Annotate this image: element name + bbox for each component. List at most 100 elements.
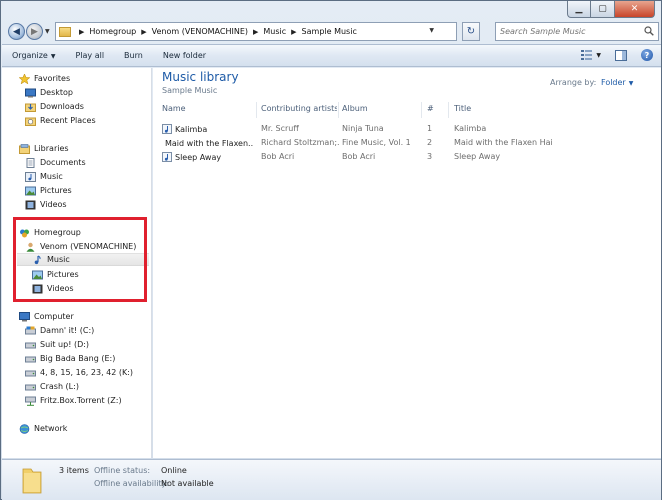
play-all-button[interactable]: Play all [65,51,114,60]
breadcrumb-separator-icon[interactable]: ▶ [79,28,84,36]
burn-button[interactable]: Burn [114,51,153,60]
nav-item-label: 4, 8, 15, 16, 23, 42 (K:) [40,368,134,377]
file-name: Sleep Away [175,152,222,162]
artist-cell: Richard Stoltzman;... [261,138,339,147]
forward-button[interactable]: ▶ [26,23,43,40]
network-icon [19,423,30,434]
search-icon[interactable] [644,26,654,36]
breadcrumb-separator-icon[interactable]: ▶ [291,28,296,36]
address-bar[interactable]: ▶ Homegroup ▶ Venom (VENOMACHINE) ▶ Musi… [55,22,457,41]
column-separator[interactable] [421,102,422,118]
computer-icon [19,311,30,322]
preview-pane-icon[interactable] [615,49,627,61]
breadcrumb-separator-icon[interactable]: ▶ [141,28,146,36]
file-row[interactable]: Kalimba Mr. Scruff Ninja Tuna 1 Kalimba [162,122,552,136]
back-arrow-icon: ◀ [13,26,20,37]
pictures-icon [25,186,36,196]
arrange-by-dropdown[interactable]: Folder ▼ [601,78,633,87]
views-icon[interactable] [581,50,593,60]
downloads-icon [25,102,36,112]
nav-item-videos[interactable]: Videos [25,198,67,211]
file-name-cell: Sleep Away [162,152,254,162]
nav-item-drive[interactable]: 4, 8, 15, 16, 23, 42 (K:) [25,366,133,379]
documents-icon [25,157,36,168]
hard-drive-icon [25,368,36,378]
breadcrumb-venom[interactable]: Venom (VENOMACHINE) [152,27,248,36]
network-drive-icon [25,396,36,406]
column-header-album[interactable]: Album [342,104,422,118]
new-folder-button[interactable]: New folder [153,51,216,60]
breadcrumb-music[interactable]: Music [263,27,286,36]
organize-label: Organize [12,51,48,60]
content-pane: Music library Sample Music Arrange by: F… [153,68,661,458]
nav-favorites[interactable]: Favorites [19,72,70,85]
library-title: Music library [162,70,239,84]
nav-item-recent-places[interactable]: Recent Places [25,114,96,127]
nav-item-documents[interactable]: Documents [25,156,86,169]
column-header-title[interactable]: Title [454,104,552,118]
nav-item-music[interactable]: Music [25,170,63,183]
videos-icon [25,200,36,210]
nav-item-drive[interactable]: Suit up! (D:) [25,338,89,351]
file-name: Maid with the Flaxen... [165,138,254,148]
help-icon[interactable]: ? [641,49,653,61]
navigation-buttons: ◀ ▶ ▼ [8,23,50,40]
album-cell: Fine Music, Vol. 1 [342,138,411,147]
artist-cell: Bob Acri [261,152,295,161]
maximize-button[interactable]: ▢ [591,1,615,18]
nav-network[interactable]: Network [19,422,67,435]
nav-item-drive[interactable]: Fritz.Box.Torrent (Z:) [25,394,122,407]
nav-item-drive[interactable]: Crash (L:) [25,380,79,393]
column-separator[interactable] [256,102,257,118]
column-header-number[interactable]: # [427,104,447,118]
nav-libraries[interactable]: Libraries [19,142,69,155]
back-button[interactable]: ◀ [8,23,25,40]
column-separator[interactable] [338,102,339,118]
refresh-button[interactable]: ↻ [462,22,480,41]
nav-item-drive[interactable]: Big Bada Bang (E:) [25,352,115,365]
new-folder-label: New folder [162,51,207,60]
nav-item-downloads[interactable]: Downloads [25,100,84,113]
recent-pages-dropdown-icon[interactable]: ▼ [45,28,50,35]
views-dropdown-icon[interactable]: ▼ [596,52,601,59]
nav-item-desktop[interactable]: Desktop [25,86,73,99]
nav-computer-label: Computer [34,312,74,321]
track-number-cell: 2 [427,138,433,147]
title-cell: Kalimba [454,124,487,133]
breadcrumb-sample-music[interactable]: Sample Music [302,27,357,36]
column-header-artists[interactable]: Contributing artists [261,104,337,118]
search-box [495,22,659,41]
search-input[interactable] [500,27,640,36]
breadcrumb-separator-icon[interactable]: ▶ [253,28,258,36]
title-cell: Maid with the Flaxen Hair [454,138,552,147]
close-button[interactable]: ✕ [615,1,655,18]
nav-item-drive[interactable]: Damn' it! (C:) [25,324,94,337]
star-icon [19,73,30,84]
file-row[interactable]: Sleep Away Bob Acri Bob Acri 3 Sleep Awa… [162,150,552,164]
command-bar: Organize ▼ Play all Burn New folder ▼ ? [2,44,661,67]
system-drive-icon [25,326,36,336]
nav-item-label: Fritz.Box.Torrent (Z:) [40,396,122,405]
nav-network-label: Network [34,424,68,433]
minimize-button[interactable]: ▁ [567,1,591,18]
title-cell: Sleep Away [454,152,501,161]
libraries-icon [19,143,30,154]
nav-computer[interactable]: Computer [19,310,74,323]
offline-availability-label: Offline availability: [94,479,169,488]
file-row[interactable]: Maid with the Flaxen... Richard Stoltzma… [162,136,552,150]
burn-label: Burn [124,51,143,60]
column-separator[interactable] [448,102,449,118]
nav-item-label: Damn' it! (C:) [40,326,95,335]
item-count: 3 items [59,466,89,475]
arrange-by-label: Arrange by: [550,78,597,87]
address-dropdown-icon[interactable]: ▼ [429,27,434,34]
nav-item-label: Desktop [40,88,73,97]
folder-icon [22,468,42,494]
breadcrumb-homegroup[interactable]: Homegroup [89,27,136,36]
organize-button[interactable]: Organize ▼ [2,51,65,60]
nav-item-pictures[interactable]: Pictures [25,184,72,197]
nav-item-label: Crash (L:) [40,382,79,391]
nav-favorites-label: Favorites [34,74,71,83]
column-header-name[interactable]: Name [162,104,254,118]
recent-places-icon [25,116,36,126]
